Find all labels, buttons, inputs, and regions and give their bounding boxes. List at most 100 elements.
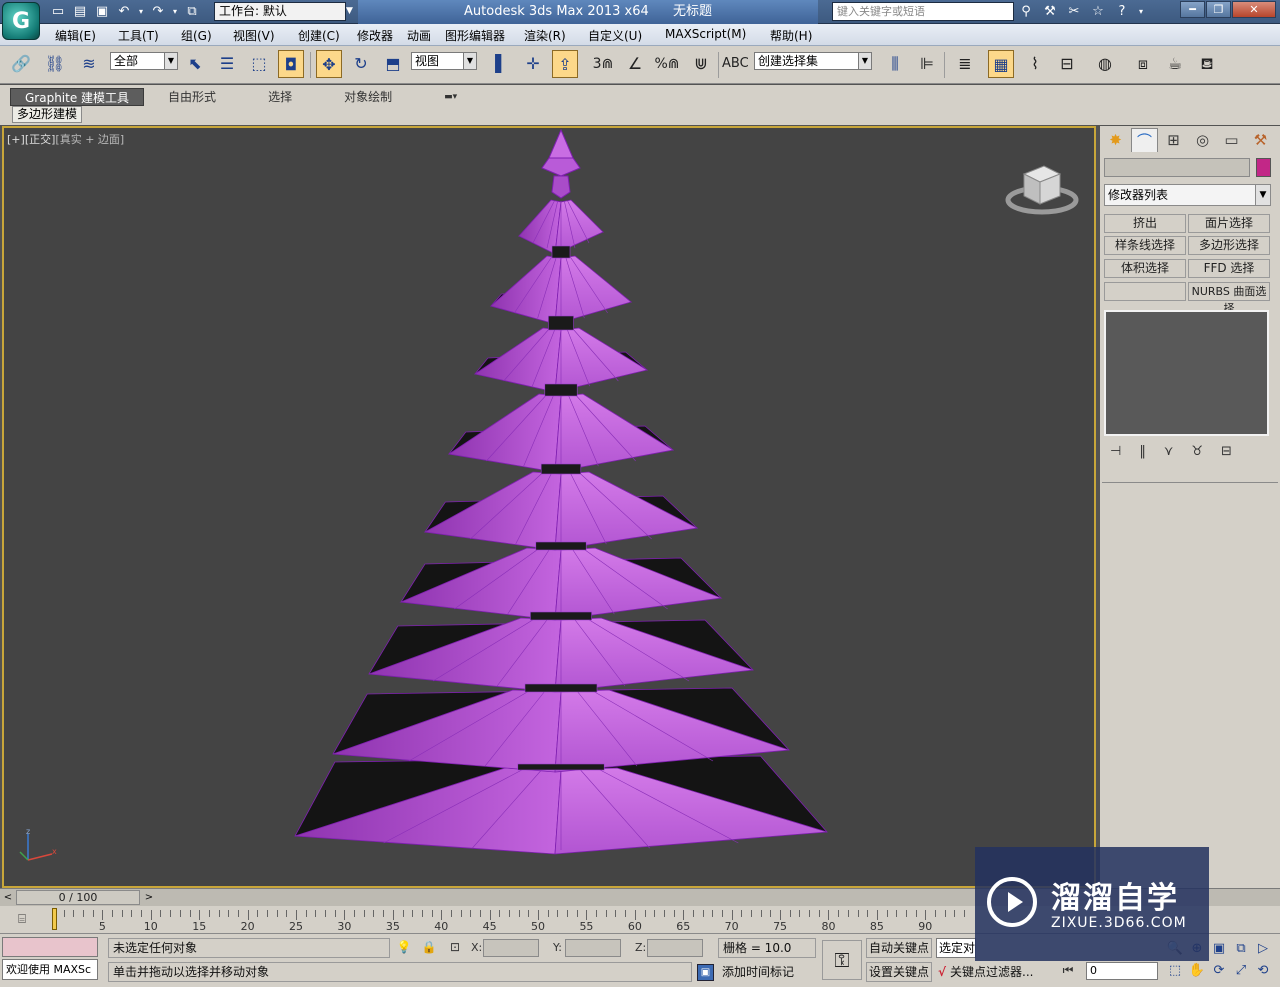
project-folder-icon[interactable]: ⧉	[182, 2, 202, 22]
minimize-icon[interactable]: ━	[1180, 1, 1205, 18]
add-time-tag[interactable]: 添加时间标记	[718, 963, 818, 983]
menu-create[interactable]: 创建(C)	[298, 27, 340, 44]
align-icon[interactable]: ⊫	[914, 50, 940, 78]
select-and-rotate-icon[interactable]: ↻	[348, 50, 374, 78]
maxscript-listener-output[interactable]	[2, 937, 98, 957]
app-menu-button[interactable]: G	[2, 2, 40, 40]
zoom-region-icon[interactable]: ⬚	[1164, 960, 1186, 982]
tab-selection[interactable]: 选择	[254, 88, 306, 106]
rendered-frame-icon[interactable]: ☕	[1162, 50, 1188, 78]
motion-tab-icon[interactable]: ◎	[1189, 128, 1216, 152]
menu-rendering[interactable]: 渲染(R)	[524, 27, 566, 44]
nurbs-surface-select-button[interactable]: NURBS 曲面选择	[1188, 282, 1270, 315]
menu-help[interactable]: 帮助(H)	[770, 27, 812, 44]
menu-maxscript[interactable]: MAXScript(M)	[665, 27, 746, 41]
modifier-stack[interactable]	[1104, 310, 1269, 436]
binoculars-icon[interactable]: ⚲	[1016, 2, 1036, 22]
pagoda-model[interactable]	[4, 128, 1096, 888]
set-key-button[interactable]: 设置关键点	[866, 962, 932, 982]
selection-lock-icon[interactable]: 🔒	[421, 939, 437, 955]
close-icon[interactable]: ✕	[1232, 1, 1276, 18]
material-editor-icon[interactable]: ◍	[1092, 50, 1118, 78]
utilities-tab-icon[interactable]: ⚒	[1247, 128, 1274, 152]
subscription-icon[interactable]: ⚒	[1040, 2, 1060, 22]
tab-graphite-modeling[interactable]: Graphite 建模工具	[10, 88, 145, 106]
modifier-list-dropdown[interactable]: 修改器列表 ▼	[1104, 184, 1271, 206]
modify-tab-icon[interactable]: ⌒	[1131, 128, 1158, 152]
menu-modifiers[interactable]: 修改器	[357, 27, 393, 44]
graphite-toggle-icon[interactable]: ▦	[988, 50, 1014, 78]
walkthrough-icon[interactable]: ⟲	[1252, 960, 1274, 982]
polygon-modeling-panel[interactable]: 多边形建模	[12, 106, 83, 123]
remove-modifier-icon[interactable]: ♉	[1191, 444, 1203, 459]
select-by-name-icon[interactable]: ☰	[214, 50, 240, 78]
communication-icon[interactable]: ✂	[1064, 2, 1084, 22]
selection-filter-dropdown[interactable]: 全部 ▼	[110, 52, 178, 70]
field-of-view-icon[interactable]: ▷	[1252, 938, 1274, 960]
save-file-icon[interactable]: ▣	[92, 2, 112, 22]
percent-snap-icon[interactable]: %⋒	[654, 50, 680, 78]
open-file-icon[interactable]: ▤	[70, 2, 90, 22]
object-name-field[interactable]	[1104, 158, 1250, 177]
ffd-select-button[interactable]: FFD 选择	[1188, 259, 1270, 278]
menu-views[interactable]: 视图(V)	[233, 27, 275, 44]
redo-dropdown-icon[interactable]: ▾	[170, 2, 180, 22]
viewcube[interactable]	[1004, 160, 1084, 220]
manipulate-icon[interactable]: ✛	[520, 50, 546, 78]
mirror-icon[interactable]: ⫼	[882, 50, 908, 78]
render-setup-icon[interactable]: ⧈	[1130, 50, 1156, 78]
pin-stack-icon[interactable]: ⊣	[1110, 444, 1121, 459]
curve-editor-icon[interactable]: ⌇	[1022, 50, 1048, 78]
menu-graph-editors[interactable]: 图形编辑器	[445, 27, 505, 44]
schematic-view-icon[interactable]: ⊟	[1054, 50, 1080, 78]
undo-icon[interactable]: ↶	[114, 2, 134, 22]
help-icon[interactable]: ?	[1112, 2, 1132, 22]
edit-named-selection-icon[interactable]: ABC	[722, 50, 749, 78]
time-tag-icon[interactable]: ▣	[697, 964, 714, 981]
next-frame-icon[interactable]: >	[143, 891, 155, 904]
reference-coordinate-dropdown[interactable]: 视图 ▼	[411, 52, 477, 70]
pan-icon[interactable]: ✋	[1186, 960, 1208, 982]
tab-object-paint[interactable]: 对象绘制	[330, 88, 406, 106]
track-bar-ruler[interactable]: 5 10 15 20 25 30 35 40 45 50 55 60 65 70 75 80 85 90	[44, 908, 974, 933]
angle-snap-icon[interactable]: ∠	[622, 50, 648, 78]
select-and-scale-icon[interactable]: ⬒	[380, 50, 406, 78]
orbit-icon[interactable]: ⟳	[1208, 960, 1230, 982]
snaps-toggle-icon[interactable]: 3⋒	[590, 50, 616, 78]
key-filters-button[interactable]: √ 关键点过滤器...	[938, 963, 1050, 983]
empty-modifier-button[interactable]	[1104, 282, 1186, 301]
select-and-move-icon[interactable]: ✥	[316, 50, 342, 78]
favorites-star-icon[interactable]: ☆	[1088, 2, 1108, 22]
patch-select-button[interactable]: 面片选择	[1188, 214, 1270, 233]
make-unique-icon[interactable]: ⋎	[1164, 444, 1174, 459]
display-tab-icon[interactable]: ▭	[1218, 128, 1245, 152]
z-coordinate-field[interactable]	[647, 939, 703, 957]
extrude-button[interactable]: 挤出	[1104, 214, 1186, 233]
bind-space-warp-icon[interactable]: ≋	[76, 50, 102, 78]
window-crossing-icon[interactable]: ◘	[278, 50, 304, 78]
absolute-mode-icon[interactable]: ⊡	[447, 939, 463, 955]
new-file-icon[interactable]: ▭	[48, 2, 68, 22]
menu-edit[interactable]: 编辑(E)	[55, 27, 96, 44]
redo-icon[interactable]: ↷	[148, 2, 168, 22]
select-object-icon[interactable]: ⬉	[182, 50, 208, 78]
hierarchy-tab-icon[interactable]: ⊞	[1160, 128, 1187, 152]
maxscript-listener-input[interactable]: 欢迎使用 MAXSc	[2, 959, 98, 980]
set-key-icon[interactable]: ⚿	[822, 940, 862, 980]
zoom-extents-icon[interactable]: ▣	[1208, 938, 1230, 960]
poly-select-button[interactable]: 多边形选择	[1188, 236, 1270, 255]
mini-curve-editor-icon[interactable]: ⌸	[10, 912, 34, 930]
named-selection-dropdown[interactable]: 创建选择集 ▼	[754, 52, 872, 70]
isolate-selection-icon[interactable]: 💡	[396, 939, 412, 955]
link-icon[interactable]: 🔗	[8, 50, 34, 78]
y-coordinate-field[interactable]	[565, 939, 621, 957]
layer-manager-icon[interactable]: ≣	[952, 50, 978, 78]
spline-select-button[interactable]: 样条线选择	[1104, 236, 1186, 255]
rectangular-region-icon[interactable]: ⬚	[246, 50, 272, 78]
pivot-center-icon[interactable]: ▐	[482, 50, 508, 78]
vol-select-button[interactable]: 体积选择	[1104, 259, 1186, 278]
show-end-result-icon[interactable]: ‖	[1139, 444, 1146, 459]
undo-dropdown-icon[interactable]: ▾	[136, 2, 146, 22]
maximize-icon[interactable]: ❐	[1206, 1, 1231, 18]
previous-frame-icon[interactable]: <	[2, 891, 14, 904]
